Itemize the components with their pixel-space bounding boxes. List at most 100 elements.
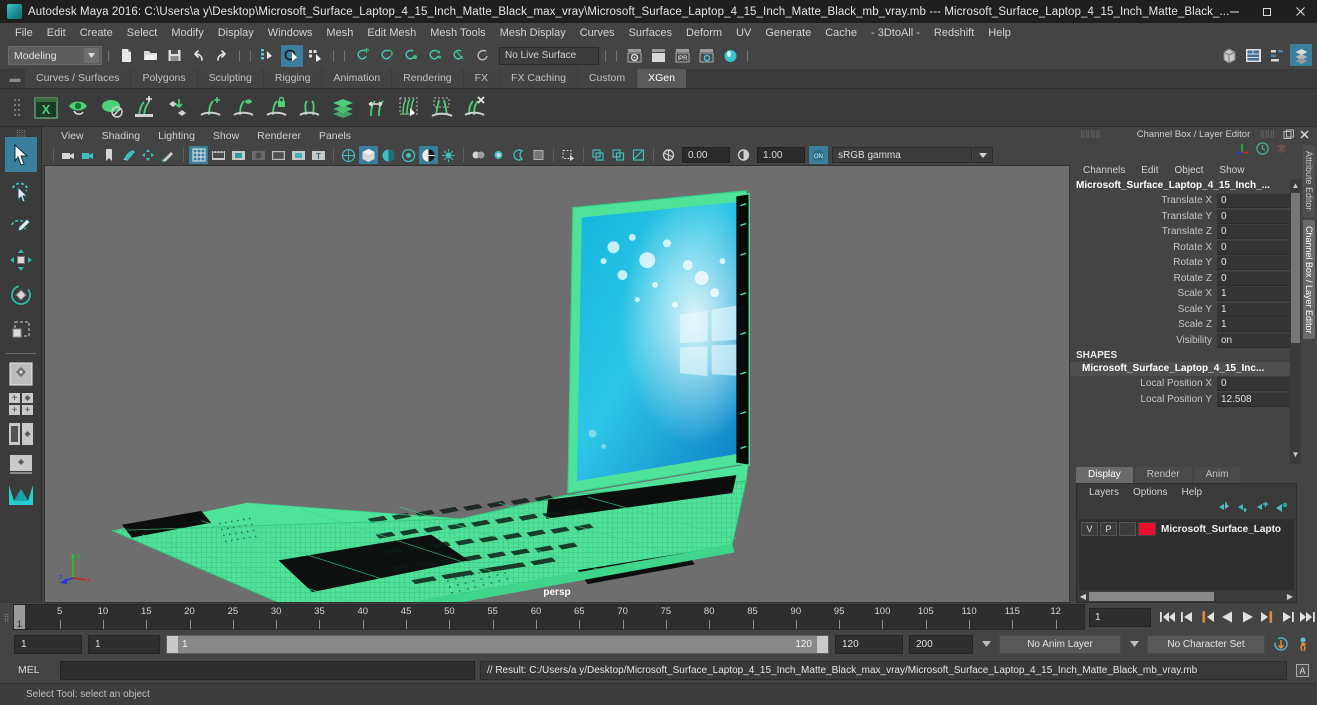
live-surface-field[interactable]: No Live Surface [499,46,599,65]
snap-to-curve-icon[interactable] [375,45,397,67]
step-forward-frame-icon[interactable] [1257,606,1277,628]
safe-action-icon[interactable] [289,146,308,164]
exposure-icon[interactable] [659,146,678,164]
color-space-chevron-down-icon[interactable] [973,147,993,163]
render-settings-icon[interactable] [695,45,717,67]
shelf-row-grip-icon[interactable] [5,91,29,125]
layer-list-horizontal-scrollbar[interactable]: ◀ ▶ [1077,590,1296,602]
toolbox-grip-icon[interactable]: ⣿⣿ [7,129,35,138]
gamma-field[interactable]: 1.00 [757,147,805,163]
viewport-menu-renderer[interactable]: Renderer [248,130,310,142]
layer-color-swatch[interactable] [1138,522,1156,536]
range-start-handle[interactable] [167,635,178,653]
image-plane-icon[interactable] [119,146,138,164]
menu-edit-mesh[interactable]: Edit Mesh [360,24,423,42]
persp-outliner-layout-icon[interactable] [4,419,38,449]
hscroll-thumb[interactable] [1089,591,1214,601]
undo-icon[interactable] [187,45,209,67]
layer-playback-toggle[interactable]: P [1100,522,1117,536]
xgen-noise-icon[interactable] [425,91,458,124]
xgen-length-icon[interactable] [359,91,392,124]
step-back-frame-icon[interactable] [1197,606,1217,628]
resolution-gate-icon[interactable] [229,146,248,164]
paint-select-tool-icon[interactable] [5,207,37,242]
menu-generate[interactable]: Generate [758,24,818,42]
step-back-keyframe-icon[interactable] [1177,606,1197,628]
menu-cache[interactable]: Cache [818,24,864,42]
attr-row-scale-z[interactable]: Scale Z 1 [1070,317,1301,333]
play-forwards-icon[interactable] [1237,606,1257,628]
shape-node-name[interactable]: Microsoft_Surface_Laptop_4_15_Inc... [1070,362,1301,376]
gamma-icon[interactable] [734,146,753,164]
command-line-input[interactable] [60,660,475,680]
film-gate-icon[interactable] [209,146,228,164]
layer-tab-display[interactable]: Display [1076,467,1133,483]
step-forward-keyframe-icon[interactable] [1277,606,1297,628]
shadows-icon[interactable] [509,146,528,164]
go-to-end-icon[interactable] [1297,606,1317,628]
attr-row-rotate-z[interactable]: Rotate Z 0 [1070,270,1301,287]
layer-menu-layers[interactable]: Layers [1082,487,1126,498]
close-icon[interactable] [1298,128,1311,141]
attr-value[interactable]: 0 [1217,255,1301,271]
layer-menu-help[interactable]: Help [1174,487,1209,498]
play-backwards-icon[interactable] [1217,606,1237,628]
menu-modify[interactable]: Modify [164,24,210,42]
attr-value[interactable]: 1 [1217,317,1301,333]
attr-row-local-position-y[interactable]: Local Position Y 12.508 [1070,391,1301,408]
scroll-left-icon[interactable]: ◀ [1077,592,1089,601]
grid-display-icon[interactable] [559,146,578,164]
shelf-tab-custom[interactable]: Custom [577,69,637,88]
scroll-right-icon[interactable]: ▶ [1284,592,1296,601]
animation-preferences-icon[interactable] [1297,633,1317,655]
new-scene-icon[interactable] [115,45,137,67]
channel-box-attribute-list[interactable]: Microsoft_Surface_Laptop_4_15_Inch_... T… [1070,179,1301,464]
screen-space-ao-icon[interactable] [589,146,608,164]
menu-edit[interactable]: Edit [40,24,73,42]
scrollbar-thumb[interactable] [1291,193,1300,343]
range-end-handle[interactable] [817,635,828,653]
menu-help[interactable]: Help [981,24,1018,42]
shelf-tab-rigging[interactable]: Rigging [263,69,322,88]
layer-name[interactable]: Microsoft_Surface_Lapto [1158,524,1281,535]
attr-value[interactable]: 0 [1217,239,1301,255]
range-end-field[interactable]: 120 [835,634,903,654]
attr-value[interactable]: 12.508 [1217,391,1301,407]
shelf-tab-sculpting[interactable]: Sculpting [197,69,263,88]
anim-layer-chevron-down-icon[interactable] [979,635,993,654]
menu-curves[interactable]: Curves [573,24,622,42]
attr-row-scale-y[interactable]: Scale Y 1 [1070,301,1301,318]
xgen-lock-icon[interactable] [260,91,293,124]
shelf-tab-polygons[interactable]: Polygons [131,69,197,88]
menu-windows[interactable]: Windows [261,24,320,42]
xgen-clump-icon[interactable] [392,91,425,124]
viewport-menu-panels[interactable]: Panels [310,130,360,142]
layer-icon[interactable] [1274,141,1289,161]
undock-icon[interactable] [1282,128,1295,141]
cb-menu-object[interactable]: Object [1167,165,1212,176]
show-hide-modeling-toolkit-icon[interactable] [1218,44,1240,66]
select-by-object-icon[interactable] [281,44,303,67]
smooth-shade-selected-icon[interactable] [379,146,398,164]
menu-select[interactable]: Select [120,24,165,42]
snap-to-grid-icon[interactable] [351,45,373,67]
layer-visibility-toggle[interactable]: V [1081,522,1098,536]
shelf-tab-animation[interactable]: Animation [322,69,392,88]
bookmark-icon[interactable] [99,146,118,164]
color-space-field[interactable]: sRGB gamma [832,147,972,163]
anim-layer-selector[interactable]: No Anim Layer [999,634,1121,654]
move-layer-up-icon[interactable] [1217,500,1231,518]
xgen-seed-icon[interactable] [95,91,128,124]
motion-blur-icon[interactable] [609,146,628,164]
camera-attributes-icon[interactable] [79,146,98,164]
xgen-place-icon[interactable] [161,91,194,124]
character-set-chevron-down-icon[interactable] [1127,635,1141,654]
anim-start-field[interactable]: 1 [14,634,82,654]
menu-mesh[interactable]: Mesh [319,24,360,42]
flat-shade-icon[interactable] [399,146,418,164]
move-layer-down-icon[interactable] [1236,500,1250,518]
range-bar[interactable]: 1 120 [166,634,829,654]
vertical-tab-attribute-editor[interactable]: Attribute Editor [1303,145,1315,217]
show-hide-channel-box-icon[interactable] [1290,44,1312,66]
layer-list[interactable]: V P Microsoft_Surface_Lapto [1079,519,1294,590]
